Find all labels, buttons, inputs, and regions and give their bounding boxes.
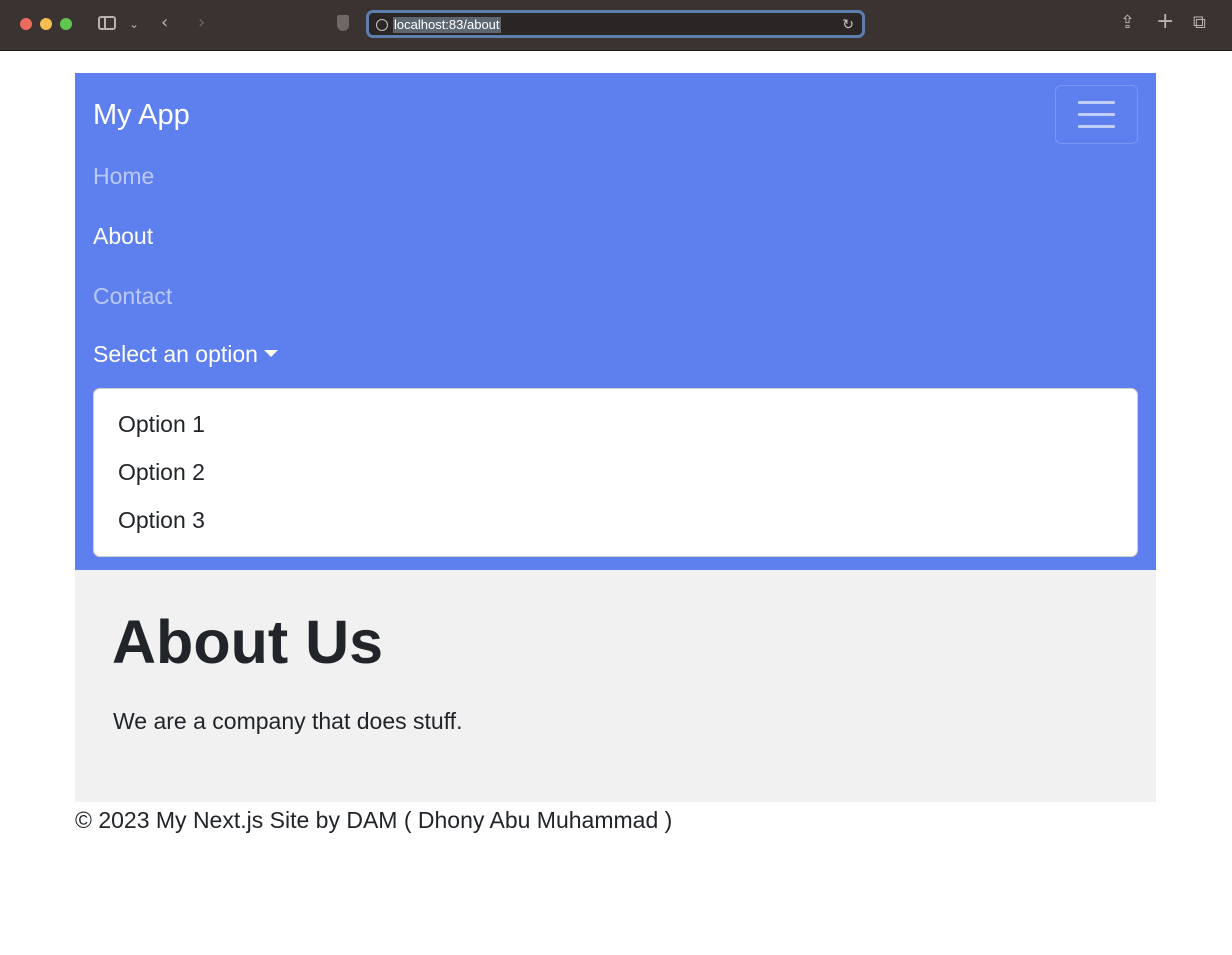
share-icon[interactable]: ⇪ — [1120, 13, 1135, 33]
nav-link-home[interactable]: Home — [93, 162, 154, 190]
zoom-window-button[interactable] — [60, 18, 72, 30]
nav-link-about[interactable]: About — [93, 222, 153, 250]
url-text[interactable]: localhost:83/about — [393, 17, 501, 33]
navbar: My App Home About Contact Select an opti… — [75, 73, 1156, 570]
dropdown-item-option-2[interactable]: Option 2 — [118, 458, 205, 486]
address-bar[interactable]: localhost:83/about ↻ — [366, 10, 865, 38]
navbar-toggler-button[interactable] — [1055, 85, 1138, 144]
dropdown-item-option-1[interactable]: Option 1 — [118, 410, 205, 438]
privacy-shield-icon[interactable] — [337, 15, 349, 31]
dropdown-toggle[interactable]: Select an option — [93, 340, 278, 368]
main-content: About Us We are a company that does stuf… — [75, 570, 1156, 802]
globe-icon — [376, 19, 388, 31]
tab-overview-icon[interactable]: ⧉ — [1193, 13, 1206, 33]
page-title: About Us — [112, 608, 384, 676]
page-description: We are a company that does stuff. — [113, 708, 463, 734]
dropdown-menu: Option 1 Option 2 Option 3 — [93, 388, 1138, 557]
forward-button[interactable]: › — [198, 13, 205, 33]
back-button[interactable]: ‹ — [161, 13, 168, 33]
hamburger-menu-icon — [1078, 101, 1115, 128]
minimize-window-button[interactable] — [40, 18, 52, 30]
navbar-brand[interactable]: My App — [93, 98, 190, 132]
caret-down-icon — [263, 350, 278, 358]
dropdown-label: Select an option — [93, 341, 258, 367]
chevron-down-icon[interactable]: ⌄ — [129, 14, 139, 34]
footer-text: © 2023 My Next.js Site by DAM ( Dhony Ab… — [75, 807, 673, 833]
nav-link-contact[interactable]: Contact — [93, 282, 172, 310]
reload-icon[interactable]: ↻ — [842, 17, 854, 33]
close-window-button[interactable] — [20, 18, 32, 30]
browser-toolbar: ⌄ ‹ › localhost:83/about ↻ ⇪ + ⧉ — [0, 0, 1232, 51]
page-container: My App Home About Contact Select an opti… — [75, 73, 1156, 802]
sidebar-toggle-icon[interactable] — [98, 16, 116, 30]
new-tab-icon[interactable]: + — [1156, 11, 1174, 33]
dropdown-item-option-3[interactable]: Option 3 — [118, 506, 205, 534]
